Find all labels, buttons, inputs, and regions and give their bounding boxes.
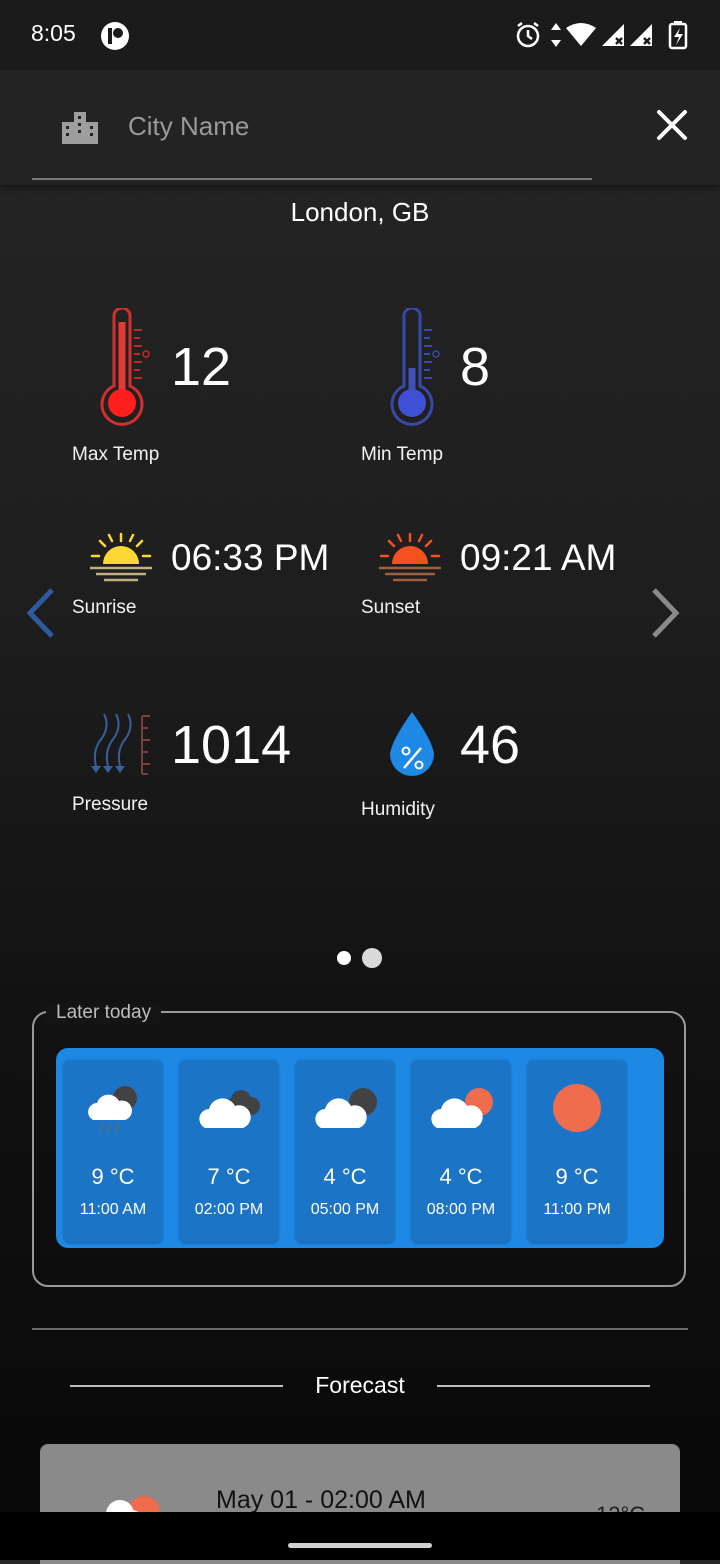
pressure-label: Pressure xyxy=(72,794,149,815)
sunset-value: 09:21 AM xyxy=(460,537,617,578)
chevron-right-icon[interactable] xyxy=(644,586,684,640)
broken-clouds-icon xyxy=(199,1090,260,1128)
hourly-temp: 9 °C xyxy=(91,1164,135,1189)
signal-2-icon xyxy=(630,24,652,46)
hourly-time: 05:00 PM xyxy=(310,1201,380,1218)
data-arrows-icon xyxy=(551,23,561,47)
status-icons xyxy=(516,21,688,50)
status-time: 8:05 xyxy=(31,20,76,46)
close-icon[interactable] xyxy=(650,103,694,147)
hourly-forecast-strip[interactable]: 9 °C 11:00 AM 7 °C 02:00 PM 4 °C 05:00 P… xyxy=(56,1048,664,1248)
input-underline xyxy=(32,178,592,180)
sunset-label: Sunset xyxy=(361,597,421,618)
min-temp-value: 8 xyxy=(460,337,491,397)
sun-icon xyxy=(553,1084,601,1132)
forecast-date: May 01 - 02:00 AM xyxy=(216,1486,426,1514)
sunset-icon xyxy=(379,532,441,582)
hourly-temp: 9 °C xyxy=(555,1164,599,1189)
hourly-temp: 4 °C xyxy=(439,1164,483,1189)
humidity-drop-icon xyxy=(390,712,434,776)
partly-cloudy-icon xyxy=(431,1088,493,1128)
hourly-temp: 4 °C xyxy=(323,1164,367,1189)
humidity-value: 46 xyxy=(460,715,521,775)
hourly-time: 02:00 PM xyxy=(194,1201,264,1218)
section-divider xyxy=(32,1328,688,1330)
rain-cloud-icon xyxy=(88,1086,137,1133)
hourly-time: 11:00 PM xyxy=(543,1201,611,1218)
chevron-left-icon[interactable] xyxy=(22,586,62,640)
pager-dot-2[interactable] xyxy=(362,948,382,968)
navigation-bar xyxy=(0,1512,720,1560)
hourly-time: 08:00 PM xyxy=(426,1201,496,1218)
wifi-icon xyxy=(566,23,596,46)
hourly-card[interactable]: 4 °C 05:00 PM xyxy=(296,1060,394,1242)
thermometer-cold-icon xyxy=(390,308,440,426)
hourly-temp: 7 °C xyxy=(207,1164,251,1189)
city-icon xyxy=(62,112,98,144)
signal-1-icon xyxy=(602,24,624,46)
sunrise-label: Sunrise xyxy=(72,597,137,618)
thermometer-hot-icon xyxy=(100,308,150,426)
hourly-card[interactable]: 7 °C 02:00 PM xyxy=(180,1060,278,1242)
min-temp-label: Min Temp xyxy=(361,444,444,465)
hourly-time: 11:00 AM xyxy=(79,1201,147,1218)
max-temp-label: Max Temp xyxy=(72,444,160,465)
pager-dot-1[interactable] xyxy=(337,951,351,965)
hourly-card[interactable]: 4 °C 08:00 PM xyxy=(412,1060,510,1242)
home-indicator[interactable] xyxy=(288,1543,432,1548)
cloudy-night-icon xyxy=(315,1088,377,1128)
max-temp-value: 12 xyxy=(171,337,232,397)
alarm-icon xyxy=(516,22,540,48)
sunrise-icon xyxy=(90,532,152,582)
location-title: London, GB xyxy=(290,197,430,227)
pressure-value: 1014 xyxy=(171,715,292,775)
forecast-line-right xyxy=(437,1385,650,1387)
battery-icon xyxy=(668,21,688,50)
later-today-title: Later today xyxy=(46,1002,162,1024)
hourly-card[interactable]: 9 °C 11:00 AM xyxy=(64,1060,162,1242)
city-search-input[interactable] xyxy=(128,104,568,148)
pressure-icon xyxy=(91,713,150,775)
app-notification-icon xyxy=(101,22,129,50)
sunrise-value: 06:33 PM xyxy=(171,537,330,578)
forecast-line-left xyxy=(70,1385,283,1387)
hourly-card[interactable]: 9 °C 11:00 PM xyxy=(528,1060,626,1242)
forecast-title: Forecast xyxy=(315,1372,405,1398)
humidity-label: Humidity xyxy=(361,799,435,820)
